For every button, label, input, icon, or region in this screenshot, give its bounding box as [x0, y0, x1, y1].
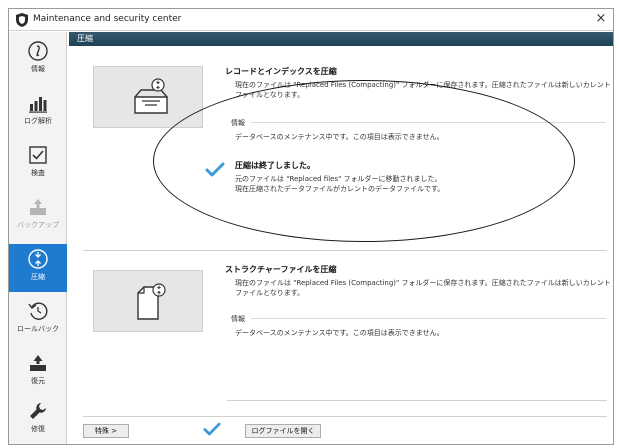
checkbox-icon	[29, 146, 47, 164]
backup-icon	[30, 199, 46, 215]
sidebar-item-repair[interactable]: 修復	[9, 396, 67, 444]
sidebar-item-label: ロールバック	[17, 325, 59, 333]
structure-compact-title: ストラクチャーファイルを圧縮	[225, 265, 337, 274]
structure-compact-thumbnail	[93, 270, 203, 332]
app-shield-icon	[16, 13, 28, 27]
records-compact-description: 現在のファイルは "Replaced Files (Compacting)" フ…	[235, 81, 611, 99]
section-divider	[83, 250, 607, 251]
special-button[interactable]: 特殊 >	[83, 424, 129, 438]
sidebar: 情報 ログ解析 検査 バックアップ 圧縮 ロールバック 復元 修復	[9, 32, 67, 444]
window-title: Maintenance and security center	[33, 14, 182, 24]
records-compact-thumbnail	[93, 66, 203, 128]
sidebar-item-label: 検査	[31, 169, 45, 177]
compress-icon	[28, 249, 48, 269]
footer-divider	[83, 416, 607, 417]
compact-done-line2: 現在圧縮されたデータファイルがカレントのデータファイルです。	[235, 185, 445, 193]
close-button[interactable]: ×	[593, 11, 609, 27]
title-bar: Maintenance and security center ×	[9, 9, 613, 31]
sidebar-item-verify[interactable]: 検査	[9, 140, 67, 188]
sidebar-item-compact[interactable]: 圧縮	[9, 244, 67, 292]
sidebar-item-label: ログ解析	[24, 117, 52, 125]
sidebar-item-backup[interactable]: バックアップ	[9, 192, 67, 240]
compact-done-line1: 元のファイルは "Replaced files" フォルダーに移動されました。	[235, 175, 442, 183]
structure-compact-description: 現在のファイルは "Replaced Files (Compacting)" フ…	[235, 279, 611, 297]
sidebar-item-label: 圧縮	[31, 273, 45, 281]
footer-divider	[227, 400, 607, 401]
open-box-compress-icon	[134, 78, 168, 114]
sidebar-item-label: 復元	[31, 377, 45, 385]
info-separator	[251, 318, 606, 319]
rollback-icon	[28, 302, 48, 320]
restore-icon	[30, 355, 46, 371]
panel-header: 圧縮	[69, 32, 613, 46]
structure-info-label: 情報	[231, 315, 245, 323]
document-compress-icon	[137, 283, 166, 320]
open-log-file-button[interactable]: ログファイルを開く	[245, 424, 321, 438]
success-check-icon	[205, 162, 225, 177]
structure-info-text: データベースのメンテナンス中です。この項目は表示できません。	[235, 329, 444, 337]
info-separator	[251, 122, 606, 123]
main-panel: 圧縮 レコードとインデックスを圧縮 現在のファイルは "Replaced Fil…	[69, 32, 613, 444]
compact-done-title: 圧縮は終了しました。	[235, 161, 315, 170]
records-info-text: データベースのメンテナンス中です。この項目は表示できません。	[235, 133, 444, 141]
bar-chart-icon	[29, 97, 47, 113]
records-info-label: 情報	[231, 119, 245, 127]
panel-title: 圧縮	[77, 34, 93, 43]
wrench-icon	[30, 403, 46, 419]
sidebar-item-log-analysis[interactable]: ログ解析	[9, 88, 67, 136]
records-compact-title: レコードとインデックスを圧縮	[225, 67, 337, 76]
sidebar-item-label: 修復	[31, 425, 45, 433]
maintenance-window: Maintenance and security center × 情報 ログ解…	[8, 8, 614, 445]
sidebar-item-info[interactable]: 情報	[9, 36, 67, 84]
sidebar-item-rollback[interactable]: ロールバック	[9, 296, 67, 344]
success-check-icon	[203, 422, 221, 436]
sidebar-item-label: バックアップ	[17, 221, 59, 229]
info-icon	[28, 41, 48, 61]
sidebar-item-restore[interactable]: 復元	[9, 348, 67, 396]
sidebar-item-label: 情報	[31, 65, 45, 73]
